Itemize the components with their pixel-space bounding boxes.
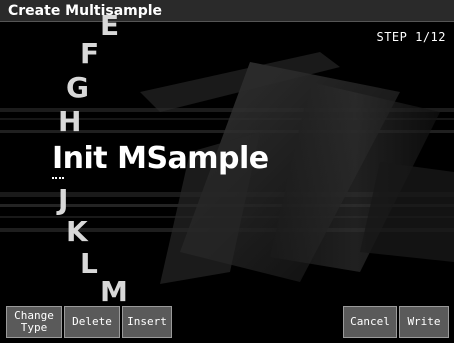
- step-indicator: STEP 1/12: [376, 30, 446, 44]
- delete-button[interactable]: Delete: [64, 306, 120, 338]
- wheel-letter-m[interactable]: M: [100, 278, 128, 306]
- write-button[interactable]: Write: [399, 306, 449, 338]
- text-cursor: [52, 177, 64, 181]
- window-title: Create Multisample: [0, 0, 454, 22]
- insert-button[interactable]: Insert: [122, 306, 172, 338]
- wheel-letter-l[interactable]: L: [80, 250, 98, 278]
- wheel-letter-j[interactable]: J: [58, 186, 68, 214]
- cancel-button[interactable]: Cancel: [343, 306, 397, 338]
- create-multisample-screen: Create Multisample STEP 1/12 E F G H Ini…: [0, 0, 454, 343]
- selected-multisample-name[interactable]: Init MSample: [52, 144, 269, 174]
- change-type-button[interactable]: Change Type: [6, 306, 62, 338]
- function-key-bar: Change Type Delete Insert Cancel Write: [0, 306, 454, 343]
- wheel-letter-g[interactable]: G: [66, 74, 89, 102]
- wheel-letter-f[interactable]: F: [80, 40, 99, 68]
- wheel-letter-h[interactable]: H: [58, 108, 81, 136]
- wheel-letter-k[interactable]: K: [66, 218, 88, 246]
- wheel-letter-e[interactable]: E: [100, 12, 119, 40]
